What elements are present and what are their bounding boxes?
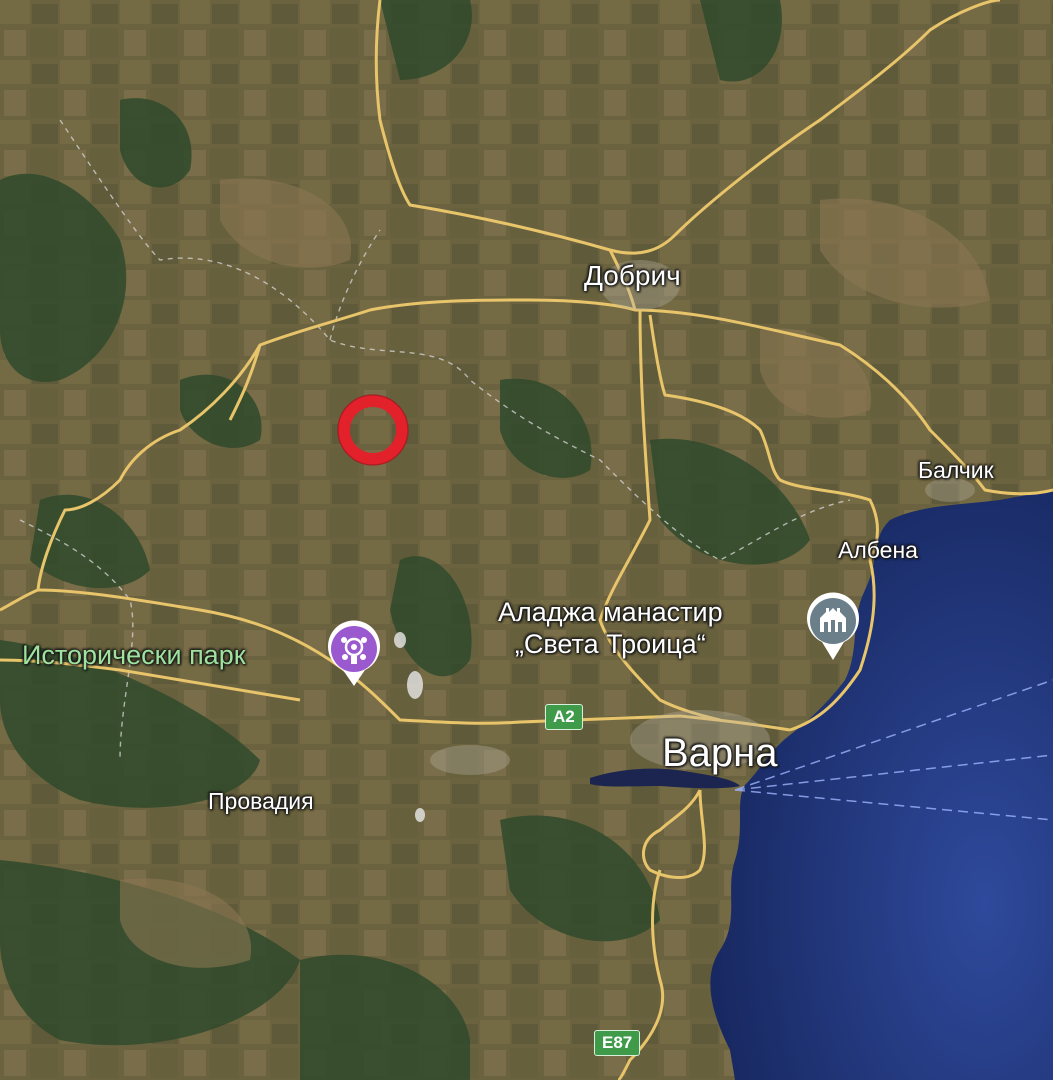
historic-park-pin[interactable] [325,620,383,693]
place-label-balchik[interactable]: Балчик [918,457,994,484]
poi-label-monastery-line1: Аладжа манастир [498,597,723,627]
road-shield-e87: E87 [594,1030,641,1056]
place-label-albena[interactable]: Албена [838,537,918,564]
monastery-icon [807,592,859,660]
place-label-dobrich[interactable]: Добрич [584,260,681,292]
place-label-varna[interactable]: Варна [662,731,778,776]
poi-label-monastery[interactable]: Аладжа манастир „Света Троица“ [498,596,723,660]
monastery-pin[interactable] [804,592,862,667]
road-shield-a2: A2 [545,704,583,730]
poi-label-historic-park[interactable]: Исторически парк [22,640,246,671]
place-label-provadia[interactable]: Провадия [208,788,314,815]
satellite-map[interactable]: A2 E87 Добрич Балчик Албена Варна Провад… [0,0,1053,1080]
poi-label-monastery-line2: „Света Троица“ [514,629,706,659]
historic-park-icon [328,620,380,686]
